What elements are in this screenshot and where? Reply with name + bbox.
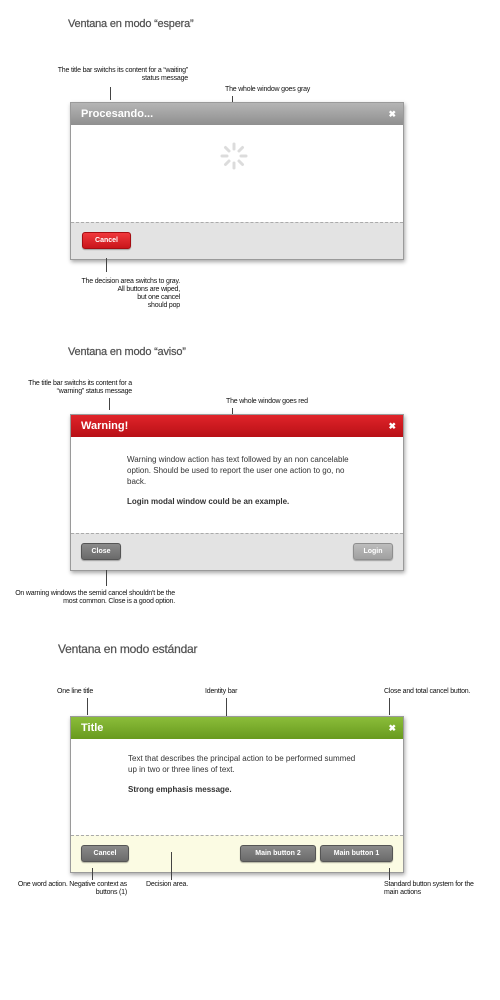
annotation-line <box>106 570 107 586</box>
cancel-button[interactable]: Cancel <box>82 232 131 249</box>
window-body: Warning window action has text followed … <box>71 437 403 533</box>
modal-window-warning: Warning! ✖ Warning window action has tex… <box>70 414 404 571</box>
cancel-button[interactable]: Cancel <box>81 845 129 862</box>
annotation-line <box>109 398 110 410</box>
window-body: Text that describes the principal action… <box>71 739 403 835</box>
login-button[interactable]: Login <box>353 543 393 560</box>
modal-window-waiting: Procesando... ✖ Cancel <box>70 102 404 260</box>
annotation-line <box>389 868 390 880</box>
main-button-1[interactable]: Main button 1 <box>320 845 393 862</box>
annotation-line <box>171 852 172 880</box>
heading-warning: Ventana en modo “aviso” <box>68 346 186 358</box>
heading-standard: Ventana en modo estándar <box>58 642 198 656</box>
annotation-line <box>106 258 107 272</box>
annotation-standard: Standard button system for the main acti… <box>384 881 474 896</box>
annotation-close: Close and total cancel button. <box>384 688 471 695</box>
annotation-negative: One word action. Negative context as but… <box>17 881 127 896</box>
window-text: Warning window action has text followed … <box>127 455 349 486</box>
annotation-line <box>110 87 111 100</box>
annotation-titlebar-warning: The title bar switchs its content for a … <box>28 380 132 395</box>
close-icon[interactable]: ✖ <box>388 415 396 437</box>
decision-area: Cancel <box>71 222 403 259</box>
annotation-window-gray: The whole window goes gray <box>225 86 311 93</box>
window-title: Title <box>81 722 104 734</box>
heading-waiting: Ventana en modo “espera” <box>68 18 194 30</box>
window-title: Warning! <box>81 420 129 432</box>
decision-area: Cancel Main button 2 Main button 1 <box>71 835 403 872</box>
loading-spinner-icon <box>220 142 248 170</box>
annotation-window-red: The whole window goes red <box>226 398 308 405</box>
annotation-decision-waiting: The decision area switchs to gray. All b… <box>81 278 180 309</box>
close-icon[interactable]: ✖ <box>388 103 396 125</box>
title-bar: Warning! ✖ <box>71 415 403 437</box>
annotation-line <box>389 698 390 715</box>
close-button[interactable]: Close <box>81 543 121 560</box>
annotation-titlebar-waiting: The title bar switchs its content for a … <box>57 67 188 82</box>
annotation-line <box>92 868 93 880</box>
close-icon[interactable]: ✖ <box>388 717 396 739</box>
emphasis-message: Login modal window could be an example. <box>127 497 290 506</box>
window-body <box>71 125 403 222</box>
window-title: Procesando... <box>81 108 154 120</box>
main-button-2[interactable]: Main button 2 <box>240 845 316 862</box>
title-bar: Title ✖ <box>71 717 403 739</box>
annotation-decision-warning: On warning windows the semid cancel shou… <box>15 590 175 605</box>
decision-area: Close Login <box>71 533 403 570</box>
emphasis-message: Strong emphasis message. <box>128 785 232 794</box>
annotation-title: One line title <box>57 688 94 695</box>
annotation-line <box>87 698 88 715</box>
annotation-identity: Identity bar <box>205 688 238 695</box>
annotation-decision: Decision area. <box>146 881 188 888</box>
window-text: Text that describes the principal action… <box>128 754 356 774</box>
title-bar: Procesando... ✖ <box>71 103 403 125</box>
modal-window-standard: Title ✖ Text that describes the principa… <box>70 716 404 873</box>
